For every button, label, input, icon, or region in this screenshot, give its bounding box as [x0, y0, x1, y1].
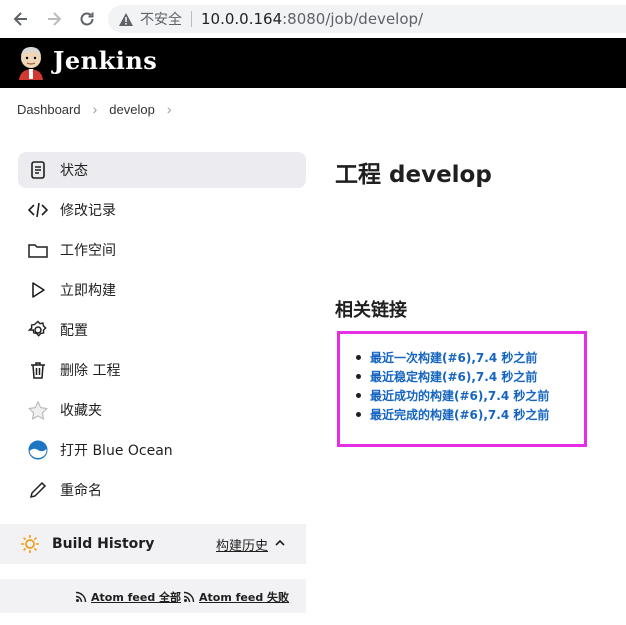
atom-feed-failed-link[interactable]: Atom feed 失败: [183, 589, 289, 605]
breadcrumb-dashboard[interactable]: Dashboard: [17, 102, 81, 117]
jenkins-logo-icon[interactable]: [16, 44, 46, 82]
chevron-right-icon[interactable]: ›: [93, 101, 98, 117]
link-text[interactable]: 最近成功的构建(#6),7.4 秒之前: [370, 387, 549, 404]
bullet: [356, 355, 361, 360]
chevron-right-icon[interactable]: ›: [167, 101, 172, 117]
sidebar-item-label: 重命名: [60, 483, 102, 499]
sidebar-item-label: 配置: [60, 323, 88, 339]
sidebar-item-configure[interactable]: 配置: [18, 312, 306, 348]
browser-toolbar: 不安全 10.0.0.164 :8080/job/develop/: [0, 0, 626, 39]
back-icon[interactable]: [10, 8, 32, 30]
build-history-title: Build History: [52, 536, 155, 552]
insecure-label: 不安全: [140, 12, 182, 28]
document-icon: [28, 160, 48, 180]
rss-icon: [75, 591, 87, 603]
sidebar-item-label: 删除 工程: [60, 363, 121, 379]
url-divider: [191, 11, 192, 27]
pencil-icon: [28, 480, 48, 500]
bullet: [356, 412, 361, 417]
url-host: 10.0.0.164: [201, 10, 283, 28]
sidebar-item-blue-ocean[interactable]: 打开 Blue Ocean: [18, 432, 306, 468]
breadcrumb-develop[interactable]: develop: [109, 102, 155, 117]
star-icon: [28, 400, 48, 420]
play-icon: [28, 280, 48, 300]
feed-label: Atom feed 全部: [91, 591, 182, 604]
bullet: [356, 374, 361, 379]
rss-icon: [183, 591, 195, 603]
list-item[interactable]: 最近成功的构建(#6),7.4 秒之前: [356, 386, 549, 405]
list-item[interactable]: 最近一次构建(#6),7.4 秒之前: [356, 348, 549, 367]
code-icon: [28, 200, 48, 220]
sidebar-item-changes[interactable]: 修改记录: [18, 192, 306, 228]
jenkins-header: Jenkins: [0, 38, 626, 88]
reload-icon[interactable]: [76, 8, 98, 30]
breadcrumb: Dashboard › develop ›: [0, 88, 626, 130]
atom-feed-all-link[interactable]: Atom feed 全部: [75, 589, 181, 605]
sidebar-item-label: 立即构建: [60, 283, 116, 299]
feeds-bar: Atom feed 全部 Atom feed 失败: [0, 579, 306, 613]
sidebar-item-label: 收藏夹: [60, 403, 102, 419]
section-title: 相关链接: [335, 300, 407, 321]
trash-icon: [28, 360, 48, 380]
related-links-list: 最近一次构建(#6),7.4 秒之前 最近稳定构建(#6),7.4 秒之前 最近…: [356, 348, 549, 424]
list-item[interactable]: 最近稳定构建(#6),7.4 秒之前: [356, 367, 549, 386]
link-text[interactable]: 最近完成的构建(#6),7.4 秒之前: [370, 406, 549, 423]
build-history-panel: Build History 构建历史: [0, 524, 306, 564]
address-bar[interactable]: 不安全 10.0.0.164 :8080/job/develop/: [108, 5, 626, 33]
bullet: [356, 393, 361, 398]
sidebar-item-status[interactable]: 状态: [18, 152, 306, 188]
jenkins-title[interactable]: Jenkins: [53, 46, 157, 75]
blue-ocean-icon: [28, 440, 48, 460]
folder-icon: [28, 240, 48, 260]
warning-icon[interactable]: [118, 12, 134, 27]
link-text[interactable]: 最近一次构建(#6),7.4 秒之前: [370, 349, 537, 366]
sidebar-item-rename[interactable]: 重命名: [18, 472, 306, 508]
sidebar-item-label: 打开 Blue Ocean: [60, 443, 173, 459]
chevron-up-icon[interactable]: [274, 536, 286, 554]
url-path: :8080/job/develop/: [282, 10, 424, 28]
gear-icon: [28, 320, 48, 340]
forward-icon[interactable]: [43, 8, 65, 30]
feed-label: Atom feed 失败: [199, 591, 290, 604]
link-text[interactable]: 最近稳定构建(#6),7.4 秒之前: [370, 368, 537, 385]
sidebar-item-build-now[interactable]: 立即构建: [18, 272, 306, 308]
page-title: 工程 develop: [335, 162, 492, 188]
sidebar-item-label: 修改记录: [60, 203, 116, 219]
sidebar-item-delete[interactable]: 删除 工程: [18, 352, 306, 388]
sidebar-item-workspace[interactable]: 工作空间: [18, 232, 306, 268]
sidebar-item-label: 状态: [60, 163, 88, 179]
sidebar-item-label: 工作空间: [60, 243, 116, 259]
build-history-link[interactable]: 构建历史: [216, 535, 268, 554]
sun-icon: [20, 534, 40, 554]
sidebar-item-favorite[interactable]: 收藏夹: [18, 392, 306, 428]
list-item[interactable]: 最近完成的构建(#6),7.4 秒之前: [356, 405, 549, 424]
